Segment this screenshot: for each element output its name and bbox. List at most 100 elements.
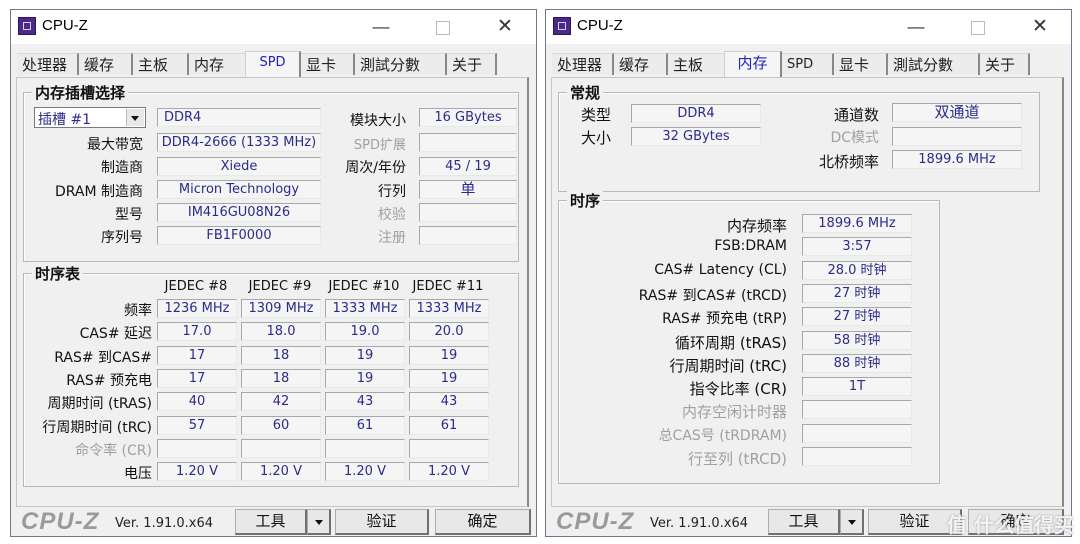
- timing-row-label: FSB:DRAM: [714, 238, 787, 255]
- timing-cell: 19: [409, 345, 489, 365]
- timing-cell: 43: [325, 392, 405, 412]
- timing-cell: 1.20 V: [157, 462, 237, 482]
- max-bandwidth-label: 最大带宽: [87, 137, 143, 153]
- size-field: 32 GBytes: [631, 127, 761, 146]
- tab-spd[interactable]: SPD: [245, 51, 301, 77]
- close-button[interactable]: ✕: [1028, 16, 1052, 38]
- tab-bench[interactable]: 測試分數: [888, 53, 980, 75]
- timing-row-label: 循环周期 (tRAS): [675, 333, 787, 352]
- registered-label: 注册: [378, 230, 406, 246]
- general-group-title: 常规: [567, 82, 604, 103]
- timing-cell: 1.20 V: [409, 462, 489, 482]
- timings-group-title: 时序: [567, 190, 604, 211]
- timing-row-label: 周期时间 (tRAS): [47, 396, 153, 413]
- serial-label: 序列号: [101, 230, 143, 246]
- slot-select-value: 插槽 #1: [38, 112, 92, 128]
- timing-row-label: 行至列 (tRCD): [687, 450, 787, 468]
- tools-button[interactable]: 工具: [768, 509, 840, 535]
- timing-cell: 17: [157, 345, 237, 365]
- timing-row-label: RAS# 预充电: [66, 372, 152, 389]
- tab-graphics[interactable]: 显卡: [834, 53, 888, 75]
- cpuz-brand-logo: CPU-Z: [21, 508, 100, 535]
- tab-mainboard[interactable]: 主板: [133, 53, 189, 75]
- timing-row-label: 行周期时间 (tRC): [669, 356, 787, 375]
- timing-cell: 43: [409, 392, 489, 412]
- tab-bench[interactable]: 測試分數: [355, 53, 447, 75]
- tools-dropdown-button[interactable]: [307, 509, 331, 535]
- cpuz-window-memory: CPU-Z — ✕ 处理器 缓存 主板 内存 SPD 显卡 測試分數 关于 常规…: [545, 9, 1072, 537]
- ok-button[interactable]: 确定: [435, 509, 531, 535]
- timing-cell: 19: [409, 368, 489, 388]
- maximize-icon: [436, 20, 450, 35]
- chevron-down-icon[interactable]: [126, 109, 144, 126]
- timing-cell: 18: [241, 368, 321, 388]
- tools-dropdown-button[interactable]: [840, 509, 864, 535]
- tab-spd[interactable]: SPD: [782, 53, 834, 75]
- cpuz-window-spd: CPU-Z — ✕ 处理器 缓存 主板 内存 SPD 显卡 測試分數 关于 内存…: [10, 9, 537, 537]
- timing-row-label: RAS# 到CAS# (tRCD): [638, 287, 787, 304]
- watermark: 值 什么值得买: [947, 513, 1074, 537]
- timing-row-label: RAS# 到CAS#: [54, 349, 152, 366]
- tab-caches[interactable]: 缓存: [79, 53, 133, 75]
- part-number-label: 型号: [115, 207, 143, 223]
- spd-ext-label: SPD扩展: [353, 138, 406, 153]
- tab-cpu[interactable]: 处理器: [552, 53, 614, 75]
- slot-group-title: 内存插槽选择: [32, 82, 129, 103]
- timing-cell: 61: [325, 415, 405, 435]
- tab-cpu[interactable]: 处理器: [17, 53, 79, 75]
- timing-row-label: 命令率 (CR): [75, 442, 152, 459]
- timing-value-field: 27 时钟: [802, 307, 912, 327]
- registered-field: [419, 226, 517, 245]
- tab-caches[interactable]: 缓存: [614, 53, 668, 75]
- nb-freq-field: 1899.6 MHz: [892, 150, 1022, 169]
- timing-row-label: 内存空闲计时器: [681, 403, 787, 422]
- timing-cell: 1333 MHz: [325, 299, 405, 318]
- spd-panel: 内存插槽选择 插槽 #1 DDR4 最大带宽 DDR4-2666 (1333 M…: [16, 77, 529, 507]
- maximize-button[interactable]: [431, 16, 455, 38]
- timing-row-label: 内存频率: [726, 217, 787, 235]
- timing-cell: 1236 MHz: [157, 299, 237, 318]
- timing-cell: [241, 438, 321, 458]
- tab-about[interactable]: 关于: [447, 53, 497, 75]
- ranks-label: 行列: [378, 184, 406, 200]
- timing-cell: 42: [241, 392, 321, 412]
- title-bar: CPU-Z — ✕: [546, 10, 1071, 44]
- tab-graphics[interactable]: 显卡: [301, 53, 355, 75]
- timing-cell: 17.0: [157, 322, 237, 342]
- timing-row-label: 总CAS号 (tRDRAM): [658, 427, 787, 444]
- tab-memory[interactable]: 内存: [724, 51, 782, 77]
- max-bandwidth-field: DDR4-2666 (1333 MHz): [157, 133, 321, 152]
- serial-field: FB1F0000: [157, 226, 321, 245]
- timing-value-field: 1899.6 MHz: [802, 214, 912, 233]
- timing-cell: [157, 438, 237, 458]
- maximize-button[interactable]: [966, 16, 990, 38]
- timing-cell: 1333 MHz: [409, 299, 489, 318]
- column-header: JEDEC #10: [328, 279, 400, 294]
- timing-cell: 19: [325, 368, 405, 388]
- timing-cell: 40: [157, 392, 237, 412]
- slot-select[interactable]: 插槽 #1: [34, 107, 146, 128]
- nb-freq-label: 北桥频率: [818, 153, 879, 171]
- footer-bar: CPU-Z Ver. 1.91.0.x64 工具 验证 确定: [11, 500, 536, 538]
- timing-cell: 1.20 V: [241, 462, 321, 482]
- slot-selection-group: 内存插槽选择 插槽 #1 DDR4 最大带宽 DDR4-2666 (1333 M…: [23, 82, 519, 262]
- validate-button[interactable]: 验证: [335, 509, 429, 535]
- timing-value-field: 1T: [802, 377, 912, 397]
- tab-memory[interactable]: 内存: [189, 53, 245, 75]
- timing-cell: 57: [157, 415, 237, 435]
- timings-group: 时序 内存频率 1899.6 MHz FSB:DRAM 3:57 CAS# Latenc…: [558, 190, 940, 484]
- minimize-button[interactable]: —: [369, 16, 393, 38]
- timing-value-field: 28.0 时钟: [802, 260, 912, 280]
- close-button[interactable]: ✕: [493, 16, 517, 38]
- timing-cell: 17: [157, 368, 237, 388]
- timing-value-field: [802, 447, 912, 466]
- timing-row-label: 指令比率 (CR): [689, 380, 787, 399]
- minimize-button[interactable]: —: [904, 16, 928, 38]
- tab-about[interactable]: 关于: [980, 53, 1030, 75]
- timing-row-label: RAS# 预充电 (tRP): [662, 311, 787, 328]
- timing-cell: 20.0: [409, 322, 489, 342]
- tab-mainboard[interactable]: 主板: [668, 53, 724, 75]
- timing-value-field: 58 时钟: [802, 330, 912, 350]
- tools-button[interactable]: 工具: [235, 509, 307, 535]
- ranks-field: 单: [419, 180, 517, 199]
